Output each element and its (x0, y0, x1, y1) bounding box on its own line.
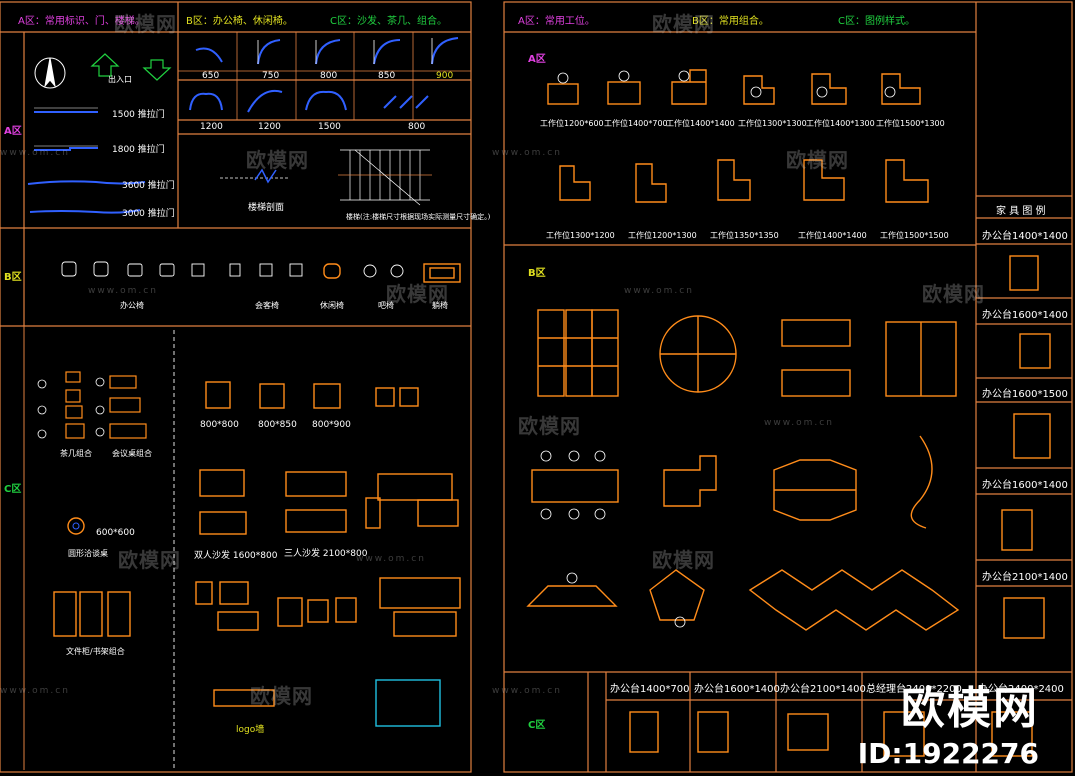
bottom-item-1: 办公台1400*700 (610, 684, 690, 695)
door-size-7: 1200 (258, 122, 281, 132)
sofa-single-size-2: 800*850 (258, 420, 297, 430)
watermark-domain-4: www.om.cn (624, 286, 694, 296)
tea-table-group (65, 371, 147, 439)
watermark-brand-3: 欧模网 (246, 148, 309, 172)
legend-item-4: 办公台1600*1400 (982, 480, 1068, 491)
door-size-8: 1500 (318, 122, 341, 132)
desk-r1-4: 工作位1300*1300 (738, 119, 807, 128)
chair-label-leisure: 休闲椅 (320, 301, 344, 310)
round-table-name: 圆形洽谈桌 (68, 549, 108, 558)
cad-drawing-canvas: A区：常用标识、门、楼梯。 B区：办公椅、休闲椅。 C区：沙发、茶几、组合。 A… (0, 0, 1075, 776)
legend-item-2: 办公台1600*1400 (982, 310, 1068, 321)
logo-wall-label: logo墙 (236, 725, 265, 735)
watermark-brand-9: 欧模网 (652, 548, 715, 572)
left-zone-c-label: C区 (4, 484, 22, 495)
desk-r2-4: 工作位1400*1400 (798, 231, 867, 240)
right-zone-a-label: A区 (528, 54, 546, 65)
stair-note: 楼梯(注:楼梯尺寸根据现场实际测量尺寸确定。) (346, 213, 491, 221)
logo-wall (213, 679, 441, 727)
workstations-row2 (559, 159, 929, 203)
door-size-6: 1200 (200, 122, 223, 132)
desk-r1-2: 工作位1400*700 (604, 119, 668, 128)
chair-row (61, 261, 404, 278)
legend-item-5: 办公台2100*1400 (982, 572, 1068, 583)
entry-label: 出入口 (108, 75, 132, 84)
legend-item-3: 办公台1600*1500 (982, 389, 1068, 400)
workstations-row1 (547, 69, 921, 105)
watermark-brand-1: 欧模网 (114, 12, 177, 36)
sliding-door-3000: 3000 推拉门 (122, 209, 175, 219)
desk-r1-3: 工作位1400*1400 (666, 119, 735, 128)
sofa-double-label: 双人沙发 1600*800 (194, 551, 278, 561)
chair-label-guest: 会客椅 (255, 301, 279, 310)
left-header-b: B区：办公椅、休闲椅。 (186, 16, 293, 27)
sofa-single-size-1: 800*800 (200, 420, 239, 430)
north-arrow (34, 57, 66, 89)
watermark-big-brand: 欧模网 (901, 683, 1039, 734)
desk-r1-1: 工作位1200*600 (540, 119, 604, 128)
watermark-brand-4: 欧模网 (786, 148, 849, 172)
desk-r1-6: 工作位1500*1300 (876, 119, 945, 128)
stair-section-label: 楼梯剖面 (248, 203, 285, 213)
single-sofas (205, 381, 419, 409)
watermark-brand-6: 欧模网 (922, 282, 985, 306)
door-size-4: 850 (378, 71, 396, 81)
right-zone-c-label: C区 (528, 720, 546, 731)
round-table-size: 600*600 (96, 528, 135, 538)
desk-r2-3: 工作位1350*1350 (710, 231, 779, 240)
door-size-5: 900 (436, 71, 454, 81)
watermark-domain-3: www.om.cn (88, 286, 158, 296)
right-zone-b-label: B区 (528, 268, 546, 279)
sliding-door-1800: 1800 推拉门 (112, 145, 165, 155)
bottom-item-2: 办公台1600*1400 (694, 684, 780, 695)
door-swing-arcs-row1 (195, 37, 459, 65)
watermark-domain-6: www.om.cn (356, 554, 426, 564)
watermark-domain-7: www.om.cn (0, 686, 70, 696)
door-size-2: 750 (262, 71, 280, 81)
sofa-single-size-3: 800*900 (312, 420, 351, 430)
chair-label-office: 办公椅 (120, 301, 144, 310)
legend-title: 家 具 图 例 (996, 206, 1046, 217)
sliding-door-1500: 1500 推拉门 (112, 110, 165, 120)
watermark-domain-2: www.om.cn (492, 148, 562, 158)
sliding-doors (27, 111, 146, 214)
door-swing-arcs-row2 (189, 90, 429, 113)
right-header-c: C区：图例样式。 (838, 16, 915, 27)
watermark-domain-1: www.om.cn (0, 148, 70, 158)
table-label-tea: 茶几组合 (60, 449, 92, 458)
watermark-brand-7: 欧模网 (518, 414, 581, 438)
cabinets (53, 591, 131, 637)
table-label-meeting: 会议桌组合 (112, 449, 152, 458)
door-size-3: 800 (320, 71, 338, 81)
desk-r2-1: 工作位1300*1200 (546, 231, 615, 240)
watermark-brand-2: 欧模网 (652, 12, 715, 36)
workstation-clusters (526, 309, 960, 631)
right-header-a: A区：常用工位。 (518, 16, 595, 27)
watermark-id: ID:1922276 (857, 737, 1039, 770)
watermark-brand-8: 欧模网 (118, 548, 181, 572)
bottom-item-3: 办公台2100*1400 (780, 684, 866, 695)
door-size-1: 650 (202, 71, 220, 81)
desk-r1-5: 工作位1400*1300 (806, 119, 875, 128)
watermark-domain-8: www.om.cn (492, 686, 562, 696)
watermark-brand-5: 欧模网 (386, 282, 449, 306)
sliding-door-3600: 3600 推拉门 (122, 181, 175, 191)
desk-r2-5: 工作位1500*1500 (880, 231, 949, 240)
left-zone-a-label: A区 (4, 126, 22, 137)
cabinet-label: 文件柜/书架组合 (66, 647, 125, 656)
left-header-c: C区：沙发、茶几、组合。 (330, 16, 447, 27)
left-zone-b-label: B区 (4, 272, 22, 283)
door-size-9: 800 (408, 122, 426, 132)
sofa-triple-label: 三人沙发 2100*800 (284, 549, 368, 559)
watermark-domain-5: www.om.cn (764, 418, 834, 428)
watermark-brand-10: 欧模网 (250, 684, 313, 708)
legend-item-1: 办公台1400*1400 (982, 231, 1068, 242)
round-table (67, 517, 85, 535)
desk-r2-2: 工作位1200*1300 (628, 231, 697, 240)
